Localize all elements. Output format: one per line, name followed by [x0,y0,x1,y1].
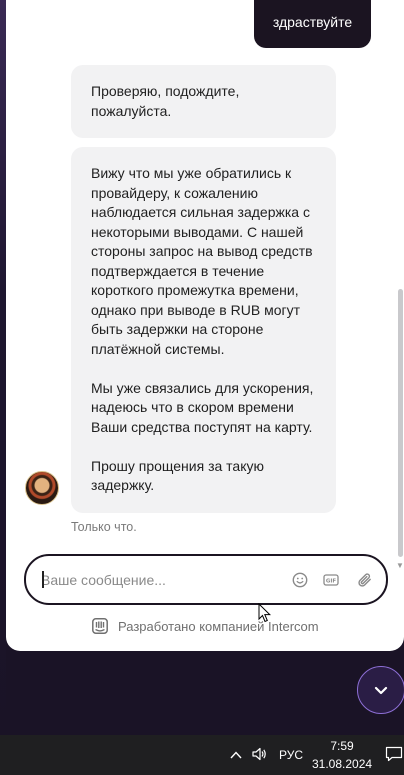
scrollbar[interactable]: ▼ [396,0,404,575]
svg-text:GIF: GIF [326,579,337,585]
clock-time[interactable]: 7:59 [314,739,370,753]
clock-date[interactable]: 31.08.2024 [312,757,372,771]
mouse-cursor-icon [258,603,271,623]
input-language[interactable]: РУС [279,748,303,762]
scroll-down-arrow-icon[interactable]: ▼ [396,562,404,570]
windows-taskbar: РУС 7:59 31.08.2024 [0,735,404,775]
chat-launcher-button[interactable] [357,666,404,714]
chat-widget: здраствуйте Проверяю, подождите, пожалуй… [6,0,404,651]
message-composer[interactable]: GIF [24,554,388,605]
user-message-bubble: здраствуйте [254,0,371,48]
tray-overflow-chevron-icon[interactable] [229,748,243,760]
intercom-logo-icon [92,618,108,634]
notifications-icon[interactable] [385,746,403,762]
volume-icon[interactable] [251,746,267,762]
agent-message-bubble: Вижу что мы уже обратились к провайдеру,… [71,147,336,513]
agent-message-bubble: Проверяю, подождите, пожалуйста. [71,65,336,138]
emoji-icon[interactable] [292,572,308,588]
agent-avatar [25,471,59,505]
footer-text: Разработано компанией Intercom [118,618,319,634]
powered-by-footer[interactable]: Разработано компанией Intercom [92,616,319,636]
scrollbar-thumb[interactable] [398,289,403,557]
chevron-down-icon [374,686,388,695]
text-caret [42,571,44,588]
message-input[interactable] [41,568,271,592]
gif-icon[interactable]: GIF [323,572,339,588]
attachment-icon[interactable] [357,572,373,588]
message-timestamp: Только что. [71,520,137,534]
